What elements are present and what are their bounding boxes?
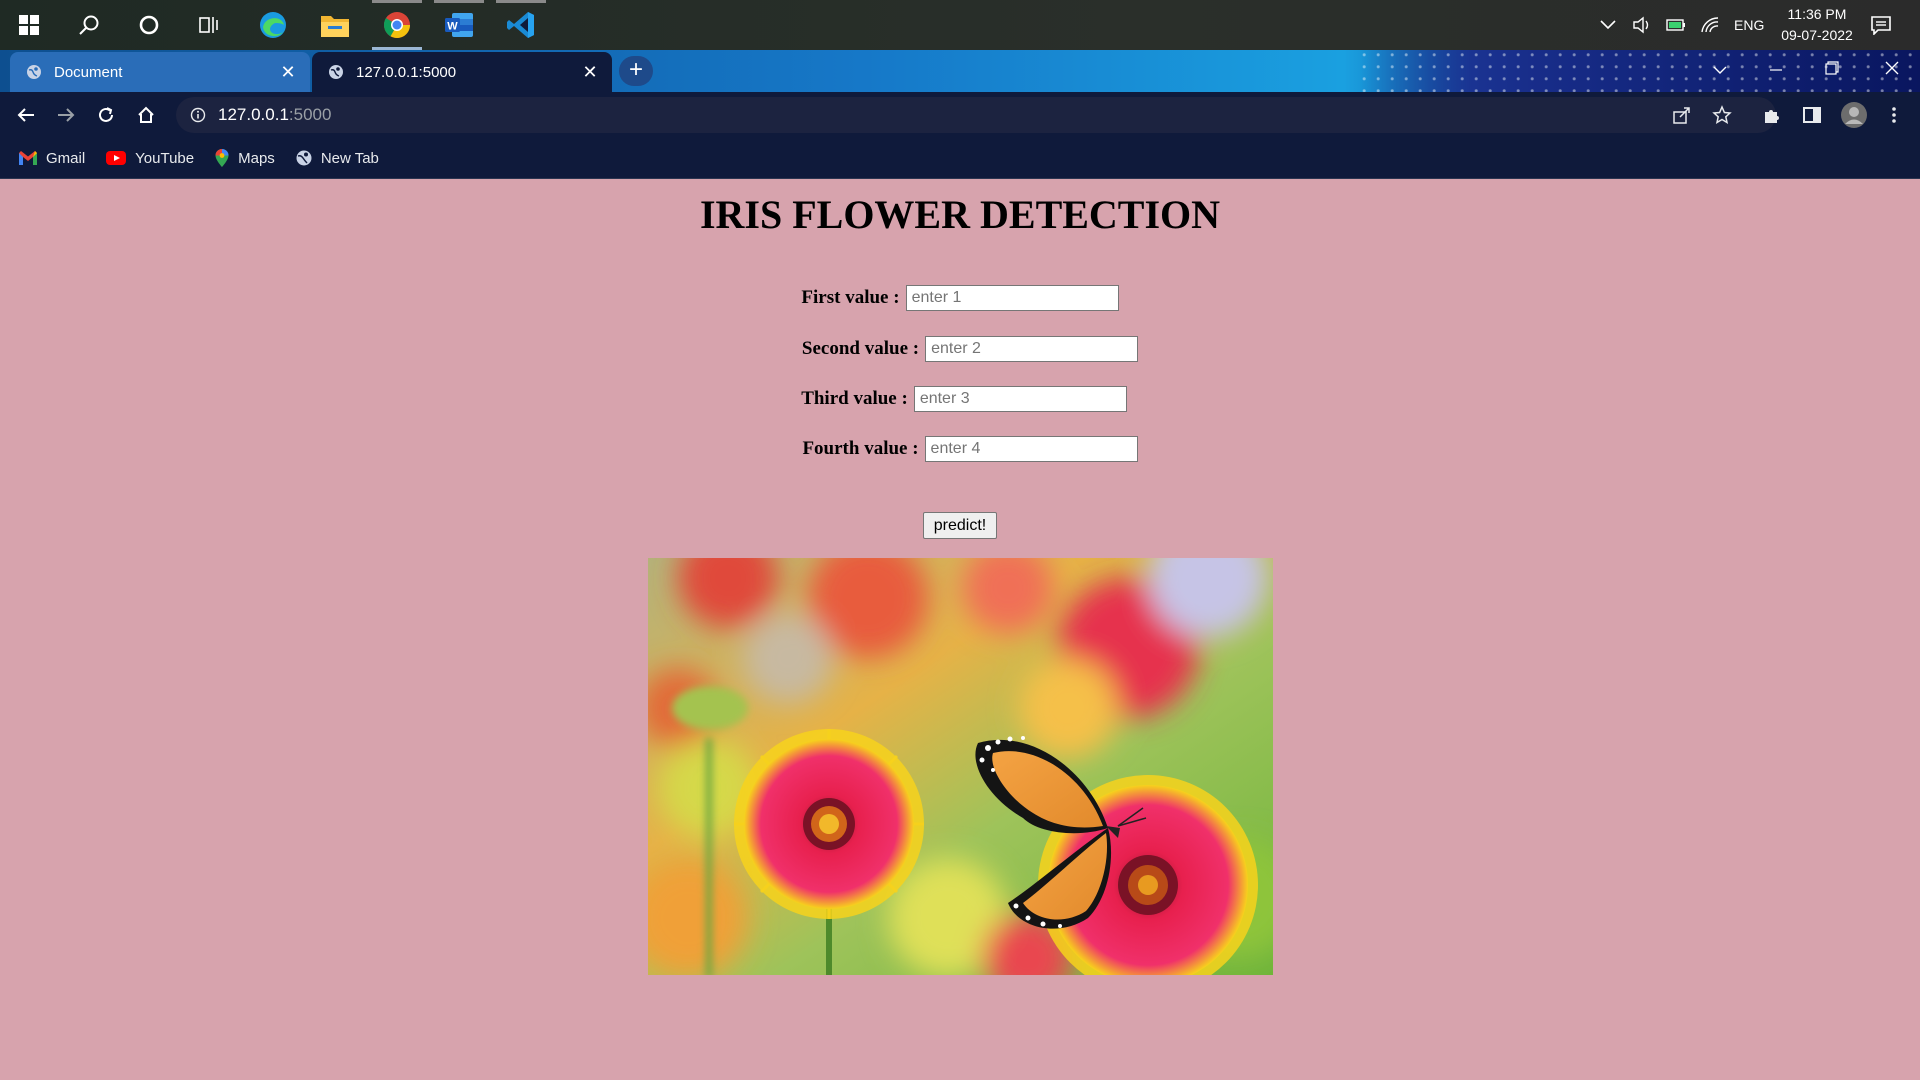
notification-center-icon[interactable] [1852,0,1910,50]
tab-title: Document [54,63,123,81]
minimize-icon[interactable] [1748,50,1804,88]
profile-avatar[interactable] [1834,92,1874,138]
tab-title: 127.0.0.1:5000 [356,63,457,81]
svg-text:W: W [447,21,458,33]
second-value-input[interactable] [925,336,1139,362]
url-host: 127.0.0.1 [218,105,289,124]
flowers-and-butterfly-photo [648,558,1273,975]
bookmark-label: Gmail [46,149,86,167]
volume-icon[interactable] [1632,16,1652,34]
bookmark-label: New Tab [320,149,379,167]
close-window-icon[interactable] [1864,50,1920,88]
bookmark-star-icon[interactable] [1702,92,1742,138]
predict-button[interactable]: predict! [923,512,997,539]
bookmark-new-tab[interactable]: New Tab [295,149,379,167]
cortana-icon[interactable] [120,0,178,50]
chevron-up-icon[interactable] [1600,20,1616,30]
bookmark-youtube[interactable]: YouTube [105,150,194,167]
info-icon[interactable] [190,107,206,123]
page-content: IRIS FLOWER DETECTION First value : Seco… [0,179,1920,1080]
fourth-value-label: Fourth value : [802,438,919,459]
battery-icon[interactable] [1666,17,1686,33]
close-tab-icon[interactable]: ✕ [580,62,600,83]
first-value-input[interactable] [905,285,1119,311]
close-tab-icon[interactable]: ✕ [278,62,298,83]
first-value-label: First value : [801,287,900,308]
menu-kebab-icon[interactable] [1874,92,1914,138]
third-value-label: Third value : [801,388,908,409]
side-panel-icon[interactable] [1792,92,1832,138]
second-value-label: Second value : [801,338,920,359]
back-icon[interactable] [6,92,46,138]
chrome-icon[interactable] [368,0,426,50]
extensions-icon[interactable] [1752,92,1792,138]
form-row-first: First value : [0,285,1920,311]
form-row-fourth: Fourth value : [0,436,1920,462]
globe-icon [26,64,42,80]
browser-toolbar: 127.0.0.1:5000 [0,92,1920,138]
globe-icon [295,149,313,167]
page-title: IRIS FLOWER DETECTION [699,192,1221,237]
bookmark-label: Maps [238,149,275,167]
form-row-third: Third value : [0,386,1920,412]
url-port: :5000 [288,105,332,124]
bookmarks-bar: Gmail YouTube Maps New Tab [0,138,1920,179]
home-icon[interactable] [126,92,166,138]
new-tab-button[interactable]: + [619,56,653,86]
restore-icon[interactable] [1804,50,1860,88]
clock-date: 09-07-2022 [1781,27,1853,43]
system-tray: ENG [1600,0,1764,50]
share-icon[interactable] [1662,92,1702,138]
forward-icon[interactable] [46,92,86,138]
fourth-value-input[interactable] [924,436,1138,462]
language-indicator[interactable]: ENG [1734,17,1764,33]
windows-start-icon[interactable] [0,0,58,50]
bookmark-maps[interactable]: Maps [214,148,275,168]
vscode-icon[interactable] [492,0,550,50]
third-value-input[interactable] [913,386,1127,412]
bookmark-label: YouTube [135,149,195,167]
address-bar[interactable]: 127.0.0.1:5000 [176,97,1776,133]
file-explorer-icon[interactable] [306,0,364,50]
form-row-second: Second value : [0,336,1920,362]
windows-taskbar: W ENG 11:36 PM 09-07-2022 [0,0,1920,50]
bookmark-gmail[interactable]: Gmail [18,150,85,167]
globe-icon [328,64,344,80]
maps-icon [214,148,230,168]
tab-search-chevron-icon[interactable] [1692,50,1748,88]
reload-icon[interactable] [86,92,126,138]
search-icon[interactable] [60,0,118,50]
wifi-icon[interactable] [1700,16,1720,34]
tab-localhost[interactable]: 127.0.0.1:5000 ✕ [312,52,612,92]
tab-document[interactable]: Document ✕ [10,52,310,92]
youtube-icon [105,150,127,166]
clock-time: 11:36 PM [1787,6,1847,22]
word-icon[interactable]: W [430,0,488,50]
clock[interactable]: 11:36 PM 09-07-2022 [1772,4,1862,46]
tab-strip: Document ✕ 127.0.0.1:5000 ✕ [0,50,1920,92]
edge-icon[interactable] [244,0,302,50]
task-view-icon[interactable] [180,0,238,50]
gmail-icon [18,150,38,166]
